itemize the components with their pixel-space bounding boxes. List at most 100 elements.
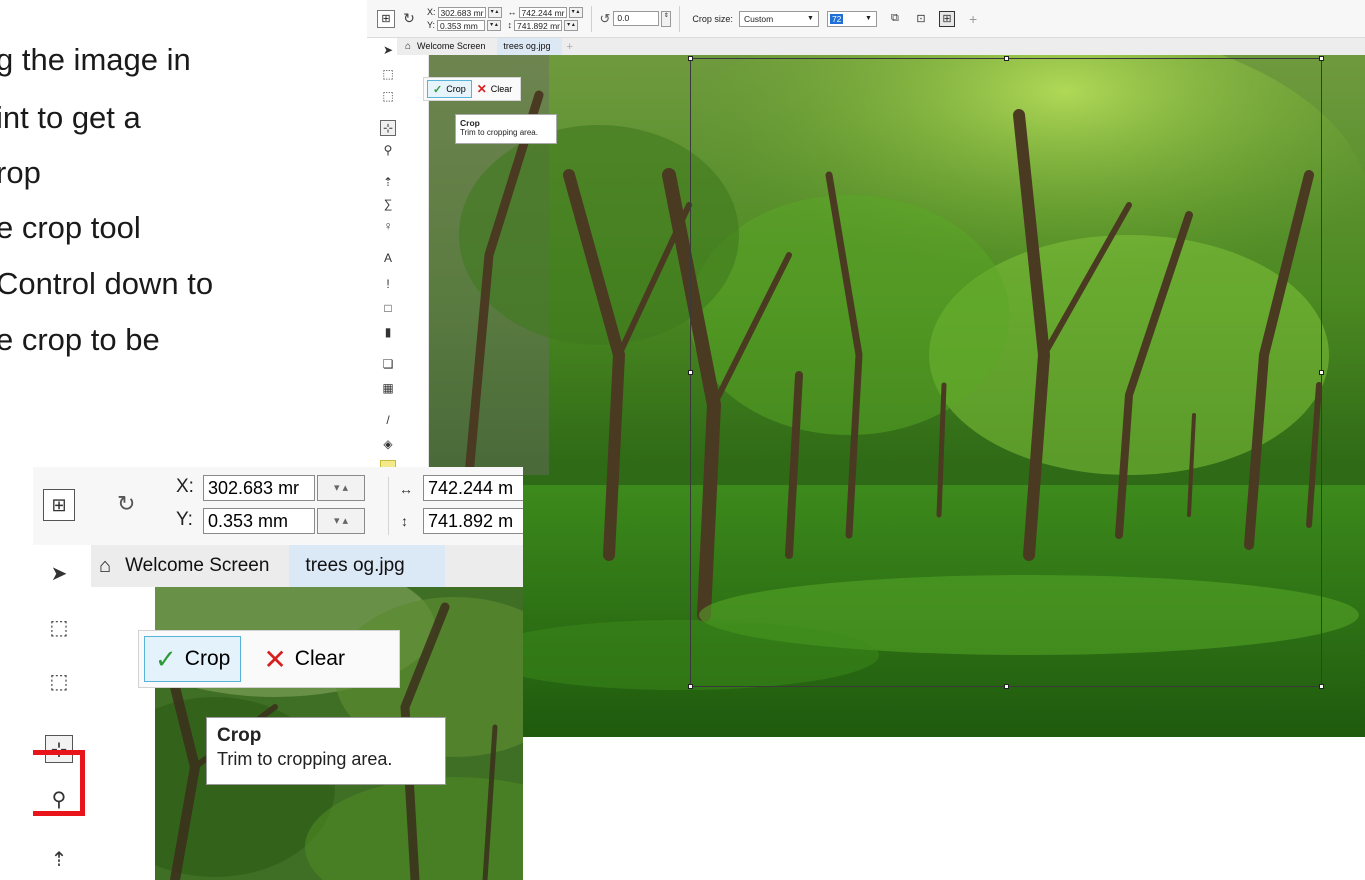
pattern-icon[interactable]: ▦ — [380, 380, 396, 396]
pointer-arrow-icon[interactable]: ➤ — [45, 559, 73, 587]
clear-button-label: Clear — [294, 647, 345, 670]
resolution-value: 72 — [829, 13, 844, 24]
x-position-input[interactable]: 302.683 mr — [437, 6, 486, 18]
crop-area[interactable] — [688, 56, 1324, 689]
height-input[interactable]: 741.892 m — [423, 508, 523, 534]
crop-handle[interactable] — [1319, 684, 1324, 689]
close-icon: ✕ — [263, 643, 287, 675]
freehand-mask-icon[interactable]: ⬚ — [380, 88, 396, 104]
tab-trees-og[interactable]: trees og.jpg — [497, 38, 563, 55]
close-icon: ✕ — [476, 82, 487, 96]
crop-size-select[interactable]: Custom ▼ — [738, 10, 819, 27]
width-icon: ↔ — [507, 7, 517, 17]
separator — [590, 5, 592, 32]
width-input[interactable]: 742.244 m — [423, 475, 523, 501]
fill-icon[interactable]: ◈ — [380, 436, 396, 452]
zoom-toolbox: ➤ ⬚ ⬚ ⊹ ⚲ ⇡ — [33, 545, 91, 880]
y-label: Y: — [427, 20, 436, 30]
slide-line-6: e crop to be — [0, 322, 160, 357]
crop-handle[interactable] — [1004, 56, 1009, 61]
effect-icon[interactable]: ∑ — [380, 196, 396, 212]
crop-size-value: Custom — [743, 13, 774, 24]
angle-input[interactable]: 0.0 — [613, 11, 660, 26]
clear-button-label: Clear — [490, 84, 513, 94]
separator — [388, 477, 389, 535]
tab-trees-og[interactable]: trees og.jpg — [289, 545, 445, 587]
y-spinner[interactable]: ▾ ▴ — [317, 508, 365, 534]
eraser-icon[interactable]: ▮ — [380, 324, 396, 340]
height-spinner[interactable]: ▾ ▴ — [564, 19, 579, 31]
pointer-arrow-icon[interactable]: ➤ — [380, 42, 396, 58]
rectangle-mask-icon[interactable]: ⬚ — [45, 613, 73, 641]
chevron-down-icon: ▼ — [865, 14, 872, 22]
object-transparency-icon[interactable]: ⇡ — [45, 845, 73, 873]
crop-handle[interactable] — [688, 684, 693, 689]
image-canvas[interactable] — [429, 55, 1365, 737]
crop-icon[interactable]: ⊹ — [380, 120, 396, 136]
clear-button[interactable]: ✕ Clear — [253, 636, 355, 682]
x-position-input[interactable]: 302.683 mr — [203, 475, 315, 501]
y-label: Y: — [176, 509, 193, 530]
crop-handle[interactable] — [688, 370, 693, 375]
add-tab-icon[interactable]: + — [566, 41, 572, 53]
freehand-mask-icon[interactable]: ⬚ — [45, 667, 73, 695]
crop-position-icon[interactable]: ⊞ — [377, 9, 395, 28]
x-label: X: — [427, 7, 436, 17]
rotate-icon[interactable]: ↻ — [117, 491, 135, 517]
crop-handle[interactable] — [1319, 56, 1324, 61]
angle-spinner[interactable]: ⇕ — [661, 10, 672, 27]
zoom-document-tabs: ⌂ Welcome Screen trees og.jpg — [91, 545, 523, 587]
rectangle-mask-icon[interactable]: ⬚ — [380, 66, 396, 82]
rectangle-icon[interactable]: □ — [380, 300, 396, 316]
crop-tooltip: Crop Trim to cropping area. — [206, 717, 446, 785]
width-spinner[interactable]: ▾ ▴ — [568, 6, 583, 18]
crop-button-label: Crop — [184, 647, 231, 670]
size-fields: ↔ 742.244 mr ▾ ▴ ↕ 741.892 mr ▾ ▴ — [507, 6, 583, 31]
crop-position-icon[interactable]: ⊞ — [43, 489, 75, 521]
magnifier-icon[interactable]: ⚲ — [380, 142, 396, 158]
shadow-icon[interactable]: ❏ — [380, 356, 396, 372]
chevron-down-icon: ▼ — [807, 14, 814, 22]
home-icon[interactable]: ⌂ — [99, 555, 111, 578]
crop-button[interactable]: ✓ Crop — [427, 80, 472, 98]
slide-line-5: Control down to — [0, 266, 214, 301]
rotate-icon[interactable]: ↻ — [401, 10, 417, 27]
editor-zoom-inset: ⊞ ↻ X: Y: 302.683 mr 0.353 mm ▾ ▴ ▾ ▴ ↔ … — [33, 467, 523, 880]
x-spinner[interactable]: ▾ ▴ — [317, 475, 365, 501]
clear-button[interactable]: ✕ Clear — [472, 80, 518, 98]
eyedropper-icon[interactable]: / — [380, 412, 396, 428]
text-icon[interactable]: A — [380, 250, 396, 266]
add-icon[interactable]: + — [969, 11, 977, 27]
brush-icon[interactable]: ♀ — [380, 218, 396, 234]
crop-button[interactable]: ✓ Crop — [144, 636, 242, 682]
crop-mode-icon[interactable]: ⊞ — [938, 10, 955, 27]
tab-welcome-screen[interactable]: Welcome Screen — [121, 555, 289, 577]
x-spinner[interactable]: ▾ ▴ — [487, 6, 502, 18]
crop-handle[interactable] — [688, 56, 693, 61]
crop-tool-highlight — [33, 750, 85, 816]
separator — [679, 5, 681, 32]
document-tabs: ⌂ Welcome Screen trees og.jpg + — [397, 38, 1365, 55]
flip-crop-icon[interactable]: ⧉ — [887, 11, 903, 27]
crop-button-label: Crop — [446, 84, 466, 94]
height-input[interactable]: 741.892 mr — [514, 19, 563, 31]
y-spinner[interactable]: ▾ ▴ — [487, 19, 502, 31]
tooltip-title: Crop — [217, 725, 262, 746]
x-label: X: — [176, 476, 194, 497]
rotation-angle-icon: ↺ — [599, 10, 611, 26]
y-position-input[interactable]: 0.353 mm — [437, 19, 486, 31]
y-position-input[interactable]: 0.353 mm — [203, 508, 315, 534]
property-bar: ⊞ ↻ X: 302.683 mr ▾ ▴ Y: 0.353 mm ▾ ▴ ↔ … — [367, 0, 1365, 38]
crop-handle[interactable] — [1319, 370, 1324, 375]
crop-handle[interactable] — [1004, 684, 1009, 689]
slide-line-2: int to get a — [0, 100, 141, 135]
crop-to-selection-icon[interactable]: ⊡ — [913, 11, 929, 27]
width-input[interactable]: 742.244 mr — [518, 6, 567, 18]
tooltip-description: Trim to cropping area. — [460, 128, 538, 137]
resolution-select[interactable]: 72 ▼ — [826, 10, 877, 27]
tab-welcome-screen[interactable]: Welcome Screen — [411, 38, 497, 55]
object-transparency-icon[interactable]: ⇡ — [380, 174, 396, 190]
paint-icon[interactable]: ! — [380, 276, 396, 292]
height-icon: ↕ — [507, 20, 513, 30]
height-icon: ↕ — [401, 513, 408, 529]
